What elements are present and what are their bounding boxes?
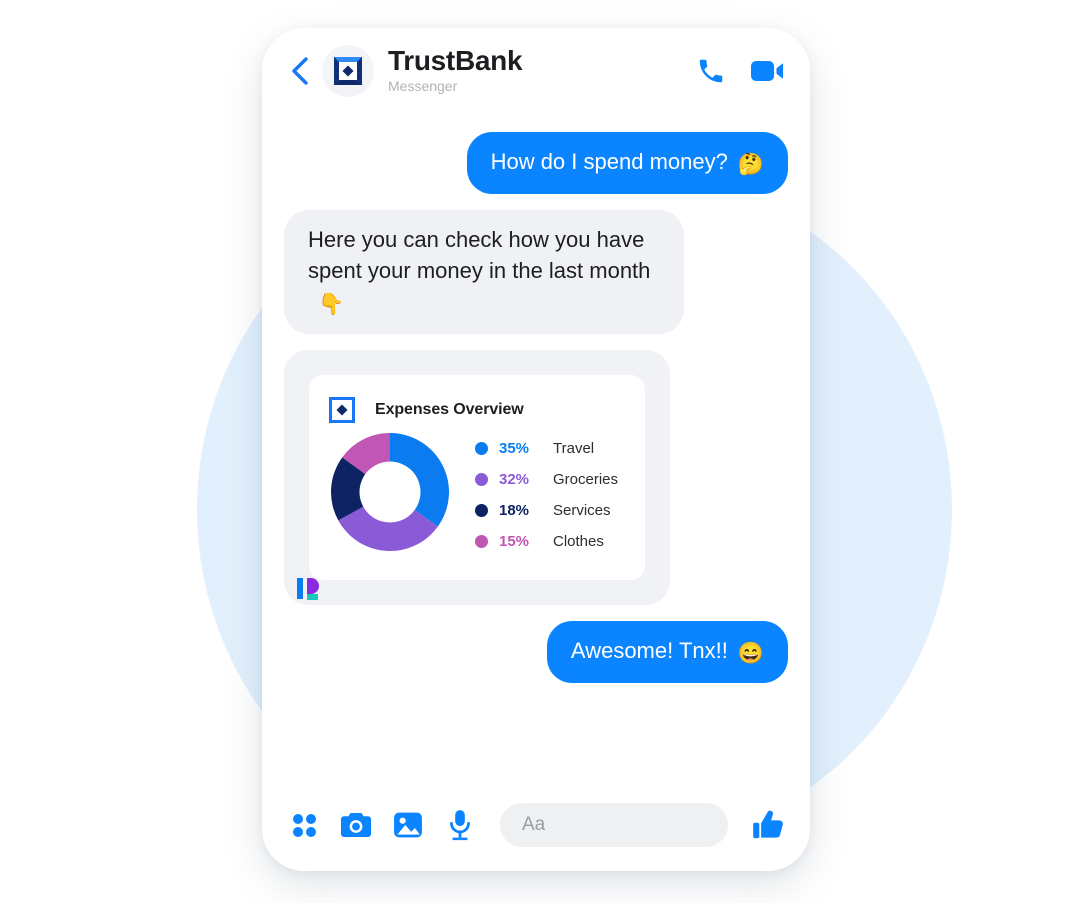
phone-icon: [699, 59, 723, 83]
avatar[interactable]: [322, 45, 374, 97]
legend-label: Groceries: [553, 470, 619, 488]
trustbank-logo-icon: [334, 57, 362, 85]
message-input-placeholder: Aa: [522, 814, 546, 835]
peer-subtitle: Messenger: [388, 77, 458, 94]
message-row: How do I spend money? 🤔: [284, 132, 788, 194]
thinking-face-emoji: 🤔: [737, 153, 764, 176]
donut-chart-svg: [331, 433, 449, 552]
more-actions-button[interactable]: [286, 807, 322, 843]
image-icon: [394, 812, 422, 838]
back-button[interactable]: [284, 49, 314, 93]
legend-percentage: 15%: [499, 532, 530, 550]
chevron-left-icon: [292, 57, 308, 85]
video-call-button[interactable]: [750, 56, 784, 86]
header-actions: [696, 56, 784, 86]
message-bubble-outgoing[interactable]: Awesome! Tnx!! 😄: [546, 621, 788, 683]
legend-row: 18% Services: [475, 502, 625, 519]
legend-label: Clothes: [553, 532, 604, 550]
grinning-face-with-smiling-eyes-emoji: 😄: [737, 642, 764, 666]
legend-color-dot: [475, 503, 488, 517]
attachment-row: Expenses Overview 35% Travel 32% Groceries 1…: [284, 350, 788, 606]
screenshot-root: TrustBank Messenger How do I spend money…: [0, 0, 1080, 903]
legend-percentage: 32%: [499, 470, 530, 488]
legend-row: 32% Groceries: [475, 471, 625, 488]
expenses-card[interactable]: Expenses Overview 35% Travel 32% Groceries 1…: [284, 350, 670, 606]
expenses-card-inner: Expenses Overview 35% Travel 32% Groceries 1…: [309, 375, 645, 581]
legend-color-dot: [475, 534, 488, 548]
camera-button[interactable]: [338, 807, 374, 843]
video-camera-icon: [751, 61, 783, 81]
like-button[interactable]: [750, 807, 786, 843]
donut-hole: [359, 461, 421, 523]
legend-row: 35% Travel: [475, 440, 625, 457]
message-text: Awesome! Tnx!!: [570, 638, 728, 664]
peer-info: TrustBank Messenger: [388, 44, 696, 97]
message-row: Here you can check how you have spent yo…: [284, 209, 788, 335]
partner-p-logo-icon: [296, 575, 326, 605]
legend-color-dot: [475, 472, 488, 486]
expenses-card-title: Expenses Overview: [375, 401, 524, 419]
chart-legend: 35% Travel 32% Groceries 18% Services 15% Cloth…: [475, 440, 625, 550]
expenses-chart-area: 35% Travel 32% Groceries 18% Services 15% Cloth…: [329, 433, 625, 556]
legend-label: Travel: [553, 439, 595, 457]
expenses-card-header: Expenses Overview: [329, 397, 625, 424]
thumbs-up-icon: [753, 810, 783, 839]
message-row: Awesome! Tnx!! 😄: [284, 621, 788, 683]
chat-header: TrustBank Messenger: [262, 28, 810, 114]
message-bubble-incoming[interactable]: Here you can check how you have spent yo…: [284, 209, 684, 335]
legend-row: 15% Clothes: [475, 533, 625, 550]
peer-name: TrustBank: [388, 44, 523, 76]
four-dots-grid-icon: [293, 814, 316, 837]
voice-record-button[interactable]: [442, 807, 478, 843]
message-bubble-outgoing[interactable]: How do I spend money? 🤔: [466, 132, 788, 194]
message-input[interactable]: Aa: [500, 803, 728, 847]
voice-call-button[interactable]: [696, 56, 726, 86]
message-text: How do I spend money?: [490, 149, 728, 174]
legend-label: Services: [553, 501, 611, 519]
message-text: Here you can check how you have spent yo…: [308, 226, 651, 284]
message-list: How do I spend money? 🤔 Here you can chec…: [262, 114, 810, 779]
camera-icon: [341, 813, 371, 837]
microphone-icon: [450, 810, 470, 841]
message-composer: Aa: [262, 779, 810, 871]
backhand-index-pointing-down-emoji: 👇: [318, 293, 345, 317]
legend-percentage: 35%: [499, 439, 530, 457]
donut-chart: [331, 433, 449, 556]
gallery-button[interactable]: [390, 807, 426, 843]
trustbank-square-diamond-icon: [329, 397, 355, 424]
partner-p-logo-glyph: [297, 578, 319, 601]
legend-color-dot: [475, 441, 488, 455]
messenger-phone-window: TrustBank Messenger How do I spend money…: [262, 28, 810, 871]
legend-percentage: 18%: [499, 501, 530, 519]
